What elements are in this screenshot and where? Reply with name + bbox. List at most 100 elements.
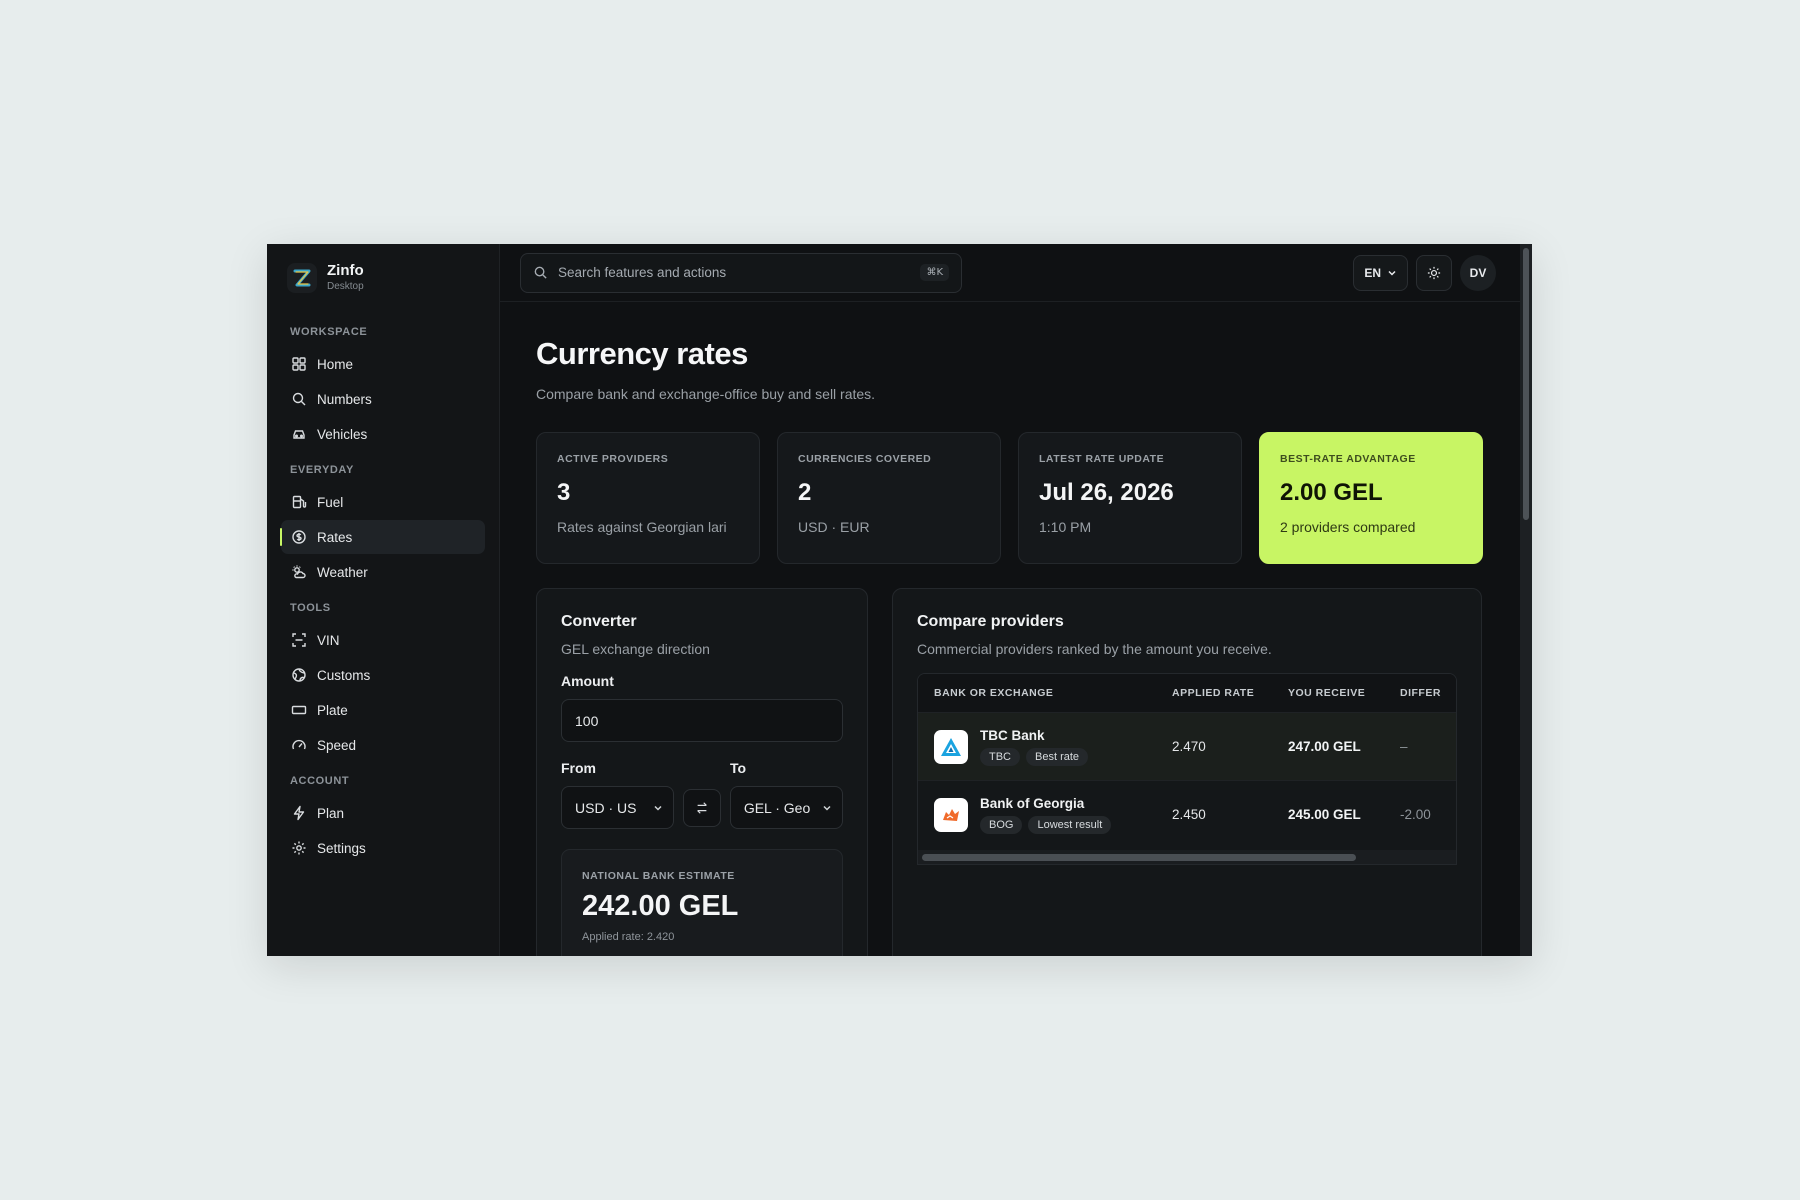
- from-currency-value: USD · US: [575, 799, 637, 816]
- theme-toggle-button[interactable]: [1416, 254, 1452, 291]
- page-title: Currency rates: [536, 336, 748, 371]
- chevron-down-icon: [654, 805, 662, 811]
- stat-label: BEST-RATE ADVANTAGE: [1280, 453, 1416, 465]
- sidebar-item-speed[interactable]: Speed: [281, 728, 485, 762]
- sun-icon: [1427, 266, 1441, 279]
- sidebar-item-label: VIN: [317, 632, 340, 648]
- sidebar-item-fuel[interactable]: Fuel: [281, 485, 485, 519]
- column-header[interactable]: APPLIED RATE: [1172, 687, 1288, 699]
- horizontal-scrollbar[interactable]: [918, 850, 1456, 864]
- converter-panel: Converter GEL exchange direction Amount …: [536, 588, 868, 956]
- search-icon: [534, 266, 547, 279]
- sidebar-item-customs[interactable]: Customs: [281, 658, 485, 692]
- stat-value: 2.00 GEL: [1280, 479, 1383, 506]
- sidebar-item-label: Rates: [317, 529, 353, 545]
- sidebar-item-numbers[interactable]: Numbers: [281, 382, 485, 416]
- table-row[interactable]: TBC Bank TBC Best rate 2.470 247.00 GEL …: [918, 712, 1456, 780]
- grid-icon: [292, 357, 306, 371]
- table-row[interactable]: Bank of Georgia BOG Lowest result 2.450: [918, 780, 1456, 848]
- scrollbar-thumb[interactable]: [922, 854, 1356, 861]
- fuel-icon: [292, 495, 307, 509]
- stat-label: LATEST RATE UPDATE: [1039, 453, 1165, 465]
- swap-currencies-button[interactable]: [683, 788, 721, 827]
- stat-label: CURRENCIES COVERED: [798, 453, 932, 465]
- bank-name: TBC Bank: [980, 727, 1045, 743]
- sidebar-item-label: Home: [317, 356, 354, 372]
- sidebar-item-weather[interactable]: Weather: [281, 555, 485, 589]
- app-window: Zinfo Desktop WORKSPACE Home Numbers Veh…: [267, 244, 1532, 956]
- stat-note: USD · EUR: [798, 519, 870, 535]
- sidebar-item-label: Settings: [317, 840, 366, 856]
- stat-note: 1:10 PM: [1039, 519, 1092, 535]
- sidebar-item-vin[interactable]: VIN: [281, 623, 485, 657]
- main-area: Search features and actions ⌘K EN DV Cur…: [500, 244, 1532, 956]
- nav-section-tools: TOOLS: [290, 602, 331, 614]
- sidebar-item-plan[interactable]: Plan: [281, 796, 485, 830]
- sidebar-item-settings[interactable]: Settings: [281, 831, 485, 865]
- sidebar-item-plate[interactable]: Plate: [281, 693, 485, 727]
- avatar[interactable]: DV: [1460, 254, 1496, 291]
- to-currency-select[interactable]: GEL · Geo: [729, 786, 843, 829]
- topbar: Search features and actions ⌘K EN DV: [500, 244, 1532, 302]
- applied-rate: 2.450: [1172, 807, 1206, 822]
- bank-code-badge: TBC: [980, 747, 1020, 766]
- from-label: From: [561, 760, 596, 776]
- sidebar-item-label: Vehicles: [317, 426, 368, 442]
- estimate-label: NATIONAL BANK ESTIMATE: [582, 870, 735, 882]
- gear-icon: [292, 841, 306, 855]
- stat-value: 2: [798, 479, 812, 506]
- scrollbar-thumb[interactable]: [1523, 248, 1529, 520]
- language-select[interactable]: EN: [1353, 254, 1408, 291]
- stat-card-active-providers: ACTIVE PROVIDERS 3 Rates against Georgia…: [536, 432, 760, 564]
- scan-icon: [292, 633, 306, 647]
- amount-input[interactable]: 100: [561, 699, 843, 742]
- compare-title: Compare providers: [917, 613, 1064, 630]
- national-bank-estimate: NATIONAL BANK ESTIMATE 242.00 GEL Applie…: [561, 849, 843, 956]
- column-header[interactable]: YOU RECEIVE: [1288, 687, 1400, 699]
- sidebar-item-home[interactable]: Home: [281, 347, 485, 381]
- estimate-value: 242.00 GEL: [582, 890, 739, 922]
- you-receive: 247.00 GEL: [1288, 739, 1361, 754]
- sidebar-item-label: Customs: [317, 667, 371, 683]
- stat-label: ACTIVE PROVIDERS: [557, 453, 669, 465]
- column-header[interactable]: DIFFER: [1400, 687, 1456, 699]
- sidebar-item-label: Fuel: [317, 494, 344, 510]
- applied-rate: 2.470: [1172, 739, 1206, 754]
- nav-section-account: ACCOUNT: [290, 775, 350, 787]
- app-name: Zinfo: [327, 262, 364, 279]
- providers-table: BANK OR EXCHANGE APPLIED RATE YOU RECEIV…: [917, 673, 1457, 865]
- search-icon: [292, 392, 306, 406]
- column-header[interactable]: BANK OR EXCHANGE: [918, 687, 1172, 699]
- to-label: To: [730, 760, 747, 776]
- stat-card-currencies-covered: CURRENCIES COVERED 2 USD · EUR: [777, 432, 1001, 564]
- nav-section-everyday: EVERYDAY: [290, 464, 354, 476]
- shortcut-hint: ⌘K: [920, 264, 949, 281]
- sidebar-item-label: Numbers: [317, 391, 372, 407]
- chevron-down-icon: [823, 805, 831, 811]
- stat-card-best-rate-advantage: BEST-RATE ADVANTAGE 2.00 GEL 2 providers…: [1259, 432, 1483, 564]
- search-placeholder: Search features and actions: [558, 265, 727, 280]
- sidebar-item-label: Speed: [317, 737, 357, 753]
- sidebar-item-vehicles[interactable]: Vehicles: [281, 417, 485, 451]
- stat-note: Rates against Georgian lari: [557, 519, 727, 535]
- stat-note: 2 providers compared: [1280, 519, 1416, 535]
- brand[interactable]: Zinfo Desktop: [281, 260, 485, 314]
- sidebar-item-rates[interactable]: Rates: [280, 520, 485, 554]
- vertical-scrollbar[interactable]: [1520, 244, 1532, 956]
- search-input[interactable]: Search features and actions ⌘K: [520, 252, 962, 293]
- stat-value: Jul 26, 2026: [1039, 479, 1174, 506]
- amount-label: Amount: [561, 673, 614, 689]
- bog-logo-icon: [934, 797, 968, 832]
- compare-providers-panel: Compare providers Commercial providers r…: [892, 588, 1482, 956]
- bank-name: Bank of Georgia: [980, 795, 1085, 811]
- app-subtitle: Desktop: [327, 281, 364, 292]
- converter-subtitle: GEL exchange direction: [561, 641, 710, 657]
- difference: -2.00: [1400, 807, 1431, 822]
- from-currency-select[interactable]: USD · US: [561, 786, 675, 829]
- cloud-sun-icon: [292, 565, 306, 579]
- page-subtitle: Compare bank and exchange-office buy and…: [536, 386, 876, 402]
- to-currency-value: GEL · Geo: [743, 799, 811, 816]
- difference: –: [1400, 739, 1408, 754]
- status-badge: Lowest result: [1028, 815, 1112, 834]
- estimate-note: Applied rate: 2.420: [582, 931, 675, 943]
